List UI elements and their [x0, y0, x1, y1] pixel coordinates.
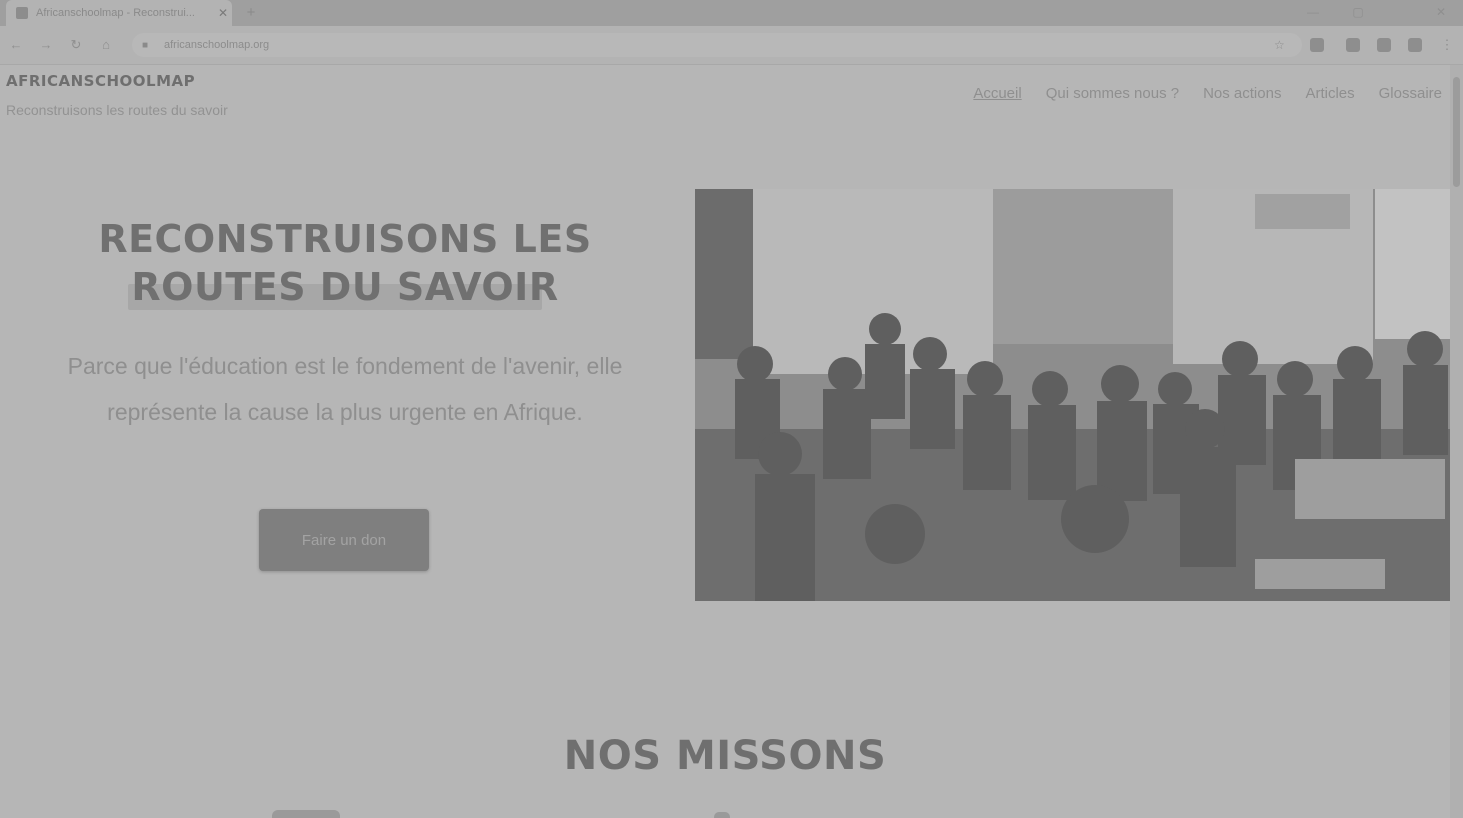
- hero-photo: [695, 189, 1450, 601]
- maximize-button[interactable]: ▢: [1338, 0, 1378, 24]
- new-tab-button[interactable]: +: [242, 5, 260, 21]
- browser-toolbar: ← → ↻ ⌂ ■ africanschoolmap.org ☆ ⋮: [0, 26, 1463, 65]
- nav-item-accueil[interactable]: Accueil: [973, 85, 1021, 102]
- tab-strip: Africanschoolmap - Reconstrui... ✕ + — ▢…: [0, 0, 1463, 26]
- nav-item-qui-sommes-nous[interactable]: Qui sommes nous ?: [1046, 85, 1179, 102]
- tab-title: Africanschoolmap - Reconstrui...: [36, 7, 195, 19]
- extension-icon[interactable]: [1346, 38, 1360, 52]
- extension-icon[interactable]: [1377, 38, 1391, 52]
- hero-text: Parce que l'éducation est le fondement d…: [67, 353, 623, 425]
- web-page: AFRICANSCHOOLMAP Reconstruisons les rout…: [0, 65, 1450, 818]
- favicon-icon: [16, 7, 28, 19]
- nav-item-articles[interactable]: Articles: [1305, 85, 1354, 102]
- mission-icon: [714, 812, 730, 818]
- bookmark-star-icon[interactable]: ☆: [1274, 38, 1294, 52]
- donate-button[interactable]: Faire un don: [259, 509, 429, 571]
- missions-heading: NOS MISSONS: [563, 733, 887, 779]
- profile-icon[interactable]: [1408, 38, 1422, 52]
- browser-tab[interactable]: Africanschoolmap - Reconstrui... ✕: [6, 0, 232, 26]
- close-window-button[interactable]: ✕: [1421, 0, 1461, 24]
- minimize-button[interactable]: —: [1293, 0, 1333, 24]
- site-title[interactable]: AFRICANSCHOOLMAP: [6, 72, 195, 90]
- site-tagline: Reconstruisons les routes du savoir: [6, 102, 228, 118]
- scrollbar-thumb[interactable]: [1453, 77, 1460, 187]
- address-bar[interactable]: ■ africanschoolmap.org ☆: [132, 33, 1302, 57]
- extension-icon[interactable]: [1310, 38, 1324, 52]
- hero-heading: RECONSTRUISONS LES ROUTES DU SAVOIR: [98, 217, 592, 309]
- tab-close-icon[interactable]: ✕: [214, 6, 232, 20]
- back-icon[interactable]: ←: [6, 35, 26, 55]
- nav-item-glossaire[interactable]: Glossaire: [1379, 85, 1442, 102]
- lock-icon: ■: [142, 39, 149, 51]
- mission-icon: [272, 810, 340, 818]
- forward-icon[interactable]: →: [36, 35, 56, 55]
- page-scrollbar[interactable]: [1450, 65, 1463, 818]
- url-text: africanschoolmap.org: [164, 39, 270, 51]
- main-nav: Accueil Qui sommes nous ? Nos actions Ar…: [973, 85, 1442, 102]
- menu-icon[interactable]: ⋮: [1437, 35, 1457, 55]
- nav-item-nos-actions[interactable]: Nos actions: [1203, 85, 1281, 102]
- browser-window: Africanschoolmap - Reconstrui... ✕ + — ▢…: [0, 0, 1463, 818]
- classroom-photo: [695, 189, 1450, 601]
- reload-icon[interactable]: ↻: [66, 35, 86, 55]
- home-icon[interactable]: ⌂: [96, 35, 116, 55]
